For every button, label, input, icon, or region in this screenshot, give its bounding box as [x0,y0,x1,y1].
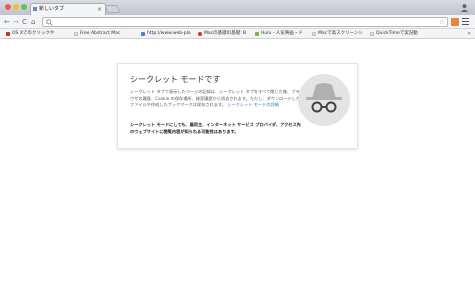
bookmark-item[interactable]: Free Abstract Mac [74,30,120,38]
incognito-icon [298,74,350,126]
bookmark-label: Macの基礎の基礎: B [204,31,247,36]
toolbar: ← → C ⌂ ☆ [0,15,475,29]
tab-close-icon[interactable]: × [97,4,102,15]
close-window-button[interactable] [5,4,11,10]
bookmark-item[interactable]: QuickTimeで実況動 [370,30,418,38]
bookmark-favicon-icon [370,32,374,36]
tab-favicon-icon [33,7,37,11]
bookmark-item[interactable]: Macの基礎の基礎: B [198,30,246,38]
minimize-window-button[interactable] [13,4,19,10]
bookmark-label: OS Xでのクリックや [12,31,55,36]
bookmark-label: Free Abstract Mac [80,31,121,36]
incognito-card: シークレット モードです シークレット タブで表示したページの記録は、シークレッ… [117,63,358,149]
back-button[interactable]: ← [4,17,10,27]
tab-new-tab[interactable]: 新しいタブ × [30,3,106,15]
bookmark-item[interactable]: Hulu - 人気映画・ド [255,30,303,38]
bookmark-star-icon[interactable]: ☆ [439,18,445,27]
bookmark-favicon-icon [312,32,316,36]
bookmark-label: QuickTimeで実況動 [376,31,418,36]
bookmark-favicon-icon [6,32,10,36]
extension-icon[interactable] [451,18,459,26]
menu-icon[interactable] [462,18,469,26]
address-bar[interactable]: ☆ [42,17,448,27]
bookmark-label: http://www.web-pla [147,31,191,36]
incognito-description: シークレット タブで表示したページの記録は、シークレット タブをすべて閉じた後、… [130,89,302,109]
tab-title: 新しいタブ [39,6,65,12]
new-tab-button[interactable] [104,5,121,13]
bookmark-label: Macで高スクリーンシ [318,31,363,36]
page-title: シークレット モードです [130,75,221,84]
title-bar: 新しいタブ × [0,0,475,15]
bookmark-label: Hulu - 人気映画・ド [261,31,303,36]
bookmark-favicon-icon [198,32,202,36]
forward-button[interactable]: → [13,17,19,27]
incognito-warning: シークレット モードにしても、雇用主、インターネット サービス プロバイダ、アク… [130,122,301,134]
bookmarks-overflow-button[interactable]: » [467,30,471,38]
reload-button[interactable]: C [22,17,27,27]
bookmarks-bar: OS Xでのクリックや Free Abstract Mac http://www… [0,29,475,39]
home-button[interactable]: ⌂ [31,17,35,27]
incognito-person-icon [460,4,469,12]
bookmark-item[interactable]: OS Xでのクリックや [6,30,54,38]
bookmark-item[interactable]: Macで高スクリーンシ [312,30,363,38]
search-icon [46,19,53,26]
bookmark-favicon-icon [141,32,145,36]
bookmark-item[interactable]: http://www.web-pla [141,30,191,38]
bookmark-favicon-icon [74,32,78,36]
bookmark-favicon-icon [255,32,259,36]
learn-more-link[interactable]: シークレット モードの詳細 [227,102,279,107]
maximize-window-button[interactable] [21,4,27,10]
